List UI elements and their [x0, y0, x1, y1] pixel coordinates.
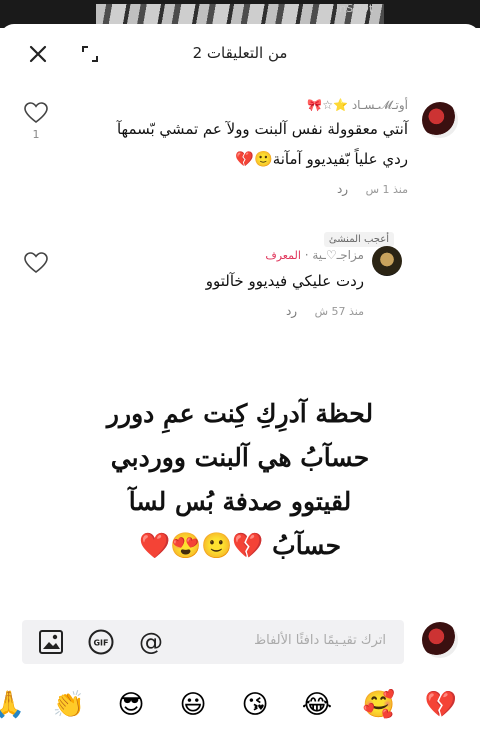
reply-button[interactable]: رد: [337, 182, 348, 196]
caption-line: لحظة آدرِكِ كِنت عمِ دورر: [96, 394, 384, 434]
comment-time: منذ 1 س: [365, 183, 408, 196]
emoji-quick-bar: 💔 🥰 😂 😘 😃 😎 👏 🙏: [0, 684, 480, 730]
comments-count-title: 2 من التعليقات: [192, 44, 288, 62]
comments-header: 2 من التعليقات: [0, 24, 480, 82]
heart-icon[interactable]: [24, 102, 48, 124]
caption-line: حسآبُ 💔🙂😍❤️: [128, 526, 352, 566]
emoji-smiling-hearts[interactable]: 🥰: [362, 688, 396, 722]
comment-input-placeholder[interactable]: اترك تقيـيمًا دافئًا الألفاظ: [254, 633, 386, 648]
comment-text: ردت عليكي فيديوو خآلتوو: [205, 272, 364, 290]
comment-input[interactable]: اترك تقيـيمًا دافئًا الألفاظ GIF @: [22, 620, 404, 664]
emoji-laugh[interactable]: 😂: [300, 688, 334, 722]
emoji-kiss[interactable]: 😘: [238, 688, 272, 722]
mention-icon[interactable]: @: [138, 629, 164, 655]
emoji-broken-heart[interactable]: 💔: [424, 688, 458, 722]
close-icon[interactable]: [26, 42, 50, 66]
author-badge: المعرف: [265, 249, 301, 262]
comment-text-line1: آنتي معقوولة نفس آلبنت وولآ عم تمشي بّسم…: [116, 120, 408, 138]
image-icon[interactable]: [38, 629, 64, 655]
reply-button[interactable]: رد: [286, 304, 297, 318]
comment-time: منذ 57 ش: [314, 305, 364, 318]
like-count: 1: [32, 128, 40, 141]
emoji-pray[interactable]: 🙏: [0, 688, 26, 722]
comment-username[interactable]: أوتـ𝓜ـسـاد ⭐☆🎀: [307, 98, 408, 113]
emoji-sunglasses[interactable]: 😎: [114, 688, 148, 722]
emoji-clap[interactable]: 👏: [52, 688, 86, 722]
comment-username-row: مزاجـ♡ـية · المعرف: [265, 248, 364, 262]
avatar[interactable]: [422, 102, 458, 138]
caption-line: لقيتوو صدفة بُس لسآ: [118, 482, 362, 522]
current-user-avatar: [422, 622, 458, 658]
gif-icon[interactable]: GIF: [88, 629, 114, 655]
comment-text-line2: ردي علياً بّفيديوو آمآنة🙂💔: [235, 150, 408, 168]
heart-icon[interactable]: [24, 252, 48, 274]
watermark: InShOt: [336, 2, 374, 15]
liked-by-creator-badge: أعجب المنشئ: [323, 232, 394, 247]
caption-line: حسآبُ هي آلبنت ووردبي: [100, 438, 380, 478]
svg-text:GIF: GIF: [93, 639, 108, 648]
avatar[interactable]: [372, 246, 402, 276]
emoji-smile[interactable]: 😃: [176, 688, 210, 722]
comment-username[interactable]: مزاجـ♡ـية: [312, 248, 364, 262]
comment-meta: منذ 1 س رد: [337, 182, 408, 196]
comment-meta: منذ 57 ش رد: [286, 304, 364, 318]
video-caption-overlay: لحظة آدرِكِ كِنت عمِ دورر حسآبُ هي آلبنت…: [70, 392, 410, 568]
expand-icon[interactable]: [80, 44, 100, 64]
comments-sheet: 2 من التعليقات أوتـ𝓜ـسـاد ⭐☆🎀 آنتي معقوو…: [0, 24, 480, 736]
svg-text:@: @: [139, 629, 163, 655]
